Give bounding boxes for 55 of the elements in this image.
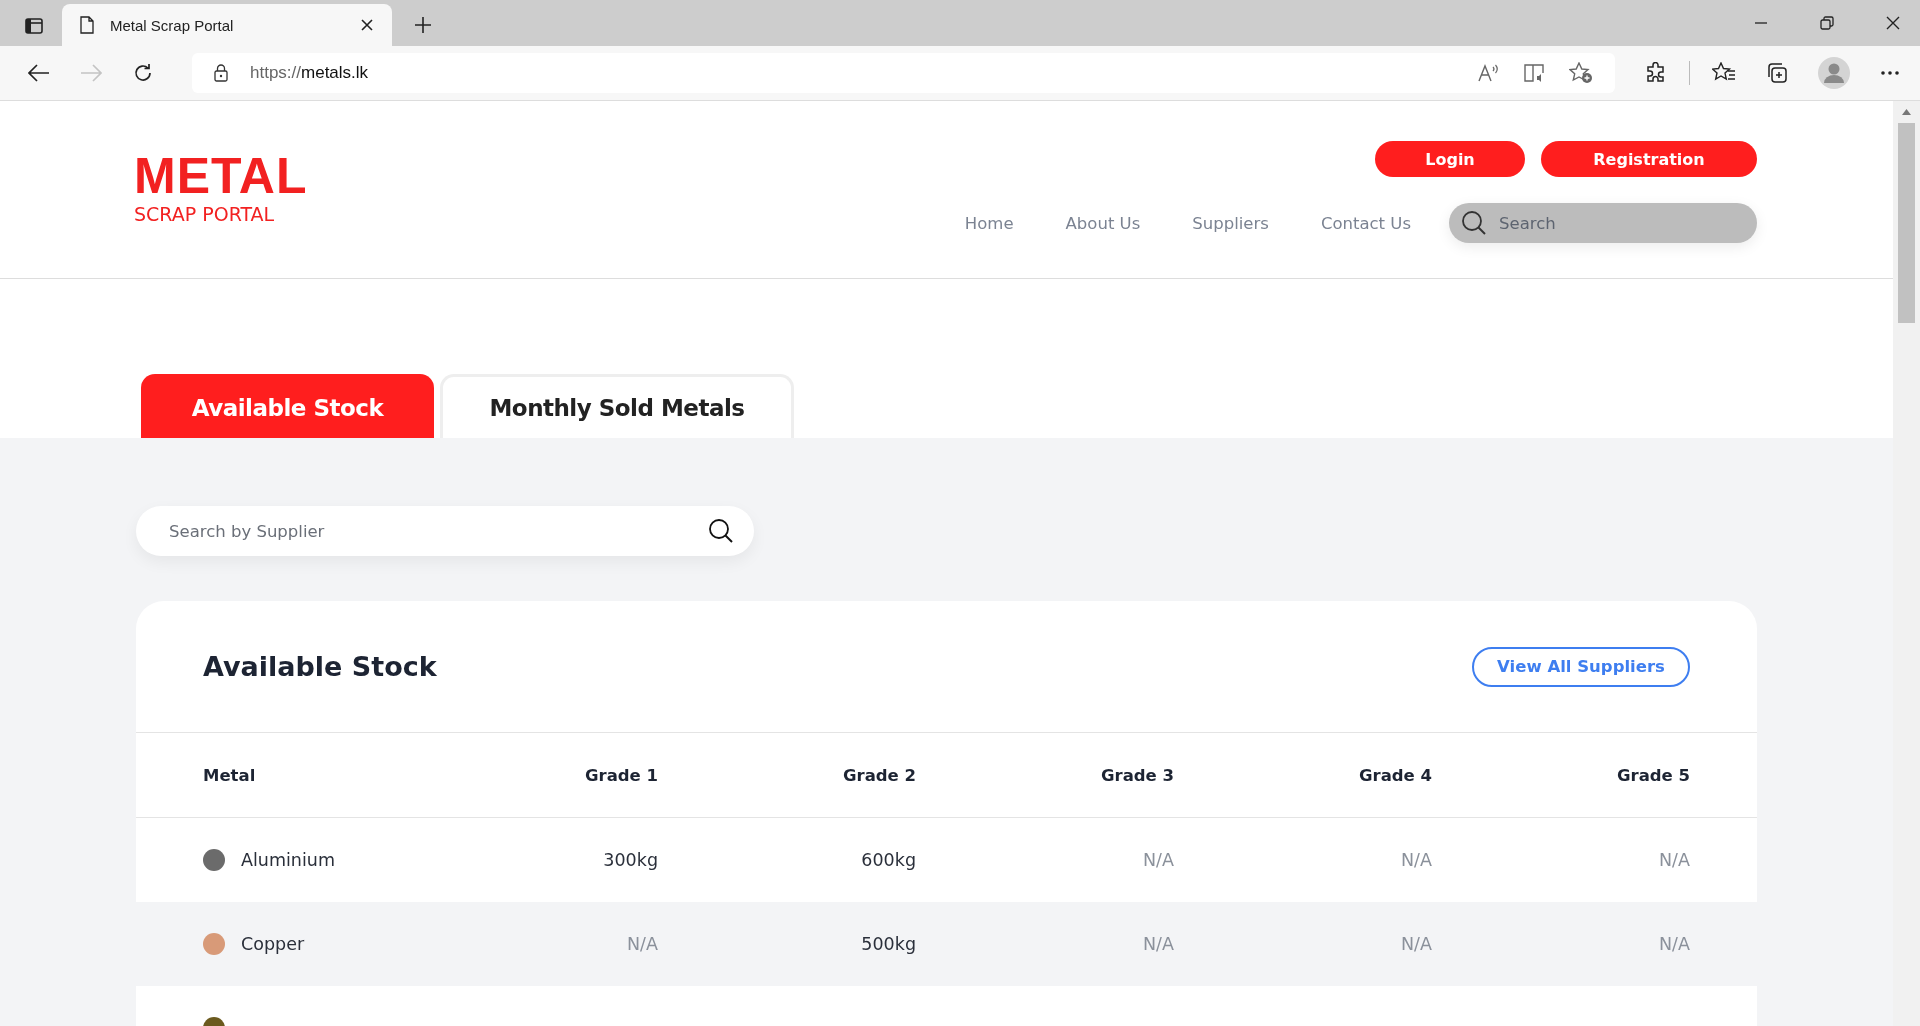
column-header: Metal <box>203 765 257 785</box>
supplier-search-field[interactable]: Search by Supplier <box>136 506 754 556</box>
column-header: Grade 2 <box>841 765 916 785</box>
extensions-icon[interactable] <box>1645 62 1667 84</box>
lock-icon <box>214 64 228 82</box>
metal-name: Copper <box>241 934 305 954</box>
restore-icon[interactable] <box>1820 16 1834 30</box>
nav-link[interactable]: Suppliers <box>1192 213 1269 233</box>
table-cell-text: 300kg <box>602 850 658 870</box>
table-cell-text: N/A <box>1658 934 1690 954</box>
profile-avatar-icon[interactable] <box>1818 57 1850 89</box>
view-all-suppliers-button[interactable]: View All Suppliers <box>1472 646 1690 687</box>
close-icon[interactable] <box>1886 16 1900 30</box>
browser-tab[interactable]: Metal Scrap Portal <box>62 4 392 46</box>
add-favorite-icon[interactable] <box>1569 62 1593 84</box>
column-header: Grade 4 <box>1357 765 1432 785</box>
column-header: Grade 5 <box>1615 765 1690 785</box>
logo-title[interactable]: METAL <box>134 153 308 199</box>
tab[interactable]: Monthly Sold Metals <box>440 374 794 438</box>
back-arrow-icon[interactable] <box>28 64 50 82</box>
nav-link[interactable]: About Us <box>1065 213 1141 233</box>
address-bar[interactable]: https://metals.lk <box>192 53 1615 93</box>
logo-subtitle: SCRAP PORTAL <box>134 203 276 225</box>
close-icon[interactable] <box>360 18 374 32</box>
table-cell-text: N/A <box>1658 850 1690 870</box>
search-icon <box>708 518 734 544</box>
table-cell-text: N/A <box>1400 850 1432 870</box>
read-aloud-icon[interactable] <box>1477 63 1501 83</box>
table-cell-text: 500kg <box>860 934 916 954</box>
table-cell-text: 600kg <box>860 850 916 870</box>
reader-view-icon[interactable] <box>1523 63 1547 83</box>
search-field[interactable]: Search <box>1449 203 1757 243</box>
card-title: Available Stock <box>203 651 437 682</box>
collections-icon[interactable] <box>1766 62 1788 84</box>
column-header: Grade 3 <box>1099 765 1174 785</box>
page-icon <box>80 16 94 34</box>
login-button[interactable]: Login <box>1375 141 1525 177</box>
registration-button[interactable]: Registration <box>1541 141 1757 177</box>
tab[interactable]: Available Stock <box>141 374 434 438</box>
search-icon <box>1461 210 1487 236</box>
column-header: Grade 1 <box>583 765 658 785</box>
new-tab-icon[interactable] <box>414 16 432 34</box>
table-cell-text: N/A <box>1142 850 1174 870</box>
metal-name: Aluminium <box>241 850 335 870</box>
nav-link[interactable]: Home <box>964 213 1014 233</box>
refresh-icon[interactable] <box>132 62 154 84</box>
table-cell-text: N/A <box>1400 934 1432 954</box>
url-text: https://metals.lk <box>250 63 369 83</box>
scroll-up-icon[interactable] <box>1902 109 1911 115</box>
table-cell-text: N/A <box>626 934 658 954</box>
scrollbar[interactable] <box>1893 101 1920 1026</box>
table-cell-text: N/A <box>1142 934 1174 954</box>
scroll-thumb[interactable] <box>1898 123 1915 323</box>
nav-link[interactable]: Contact Us <box>1320 213 1411 233</box>
more-icon[interactable] <box>1880 70 1900 76</box>
